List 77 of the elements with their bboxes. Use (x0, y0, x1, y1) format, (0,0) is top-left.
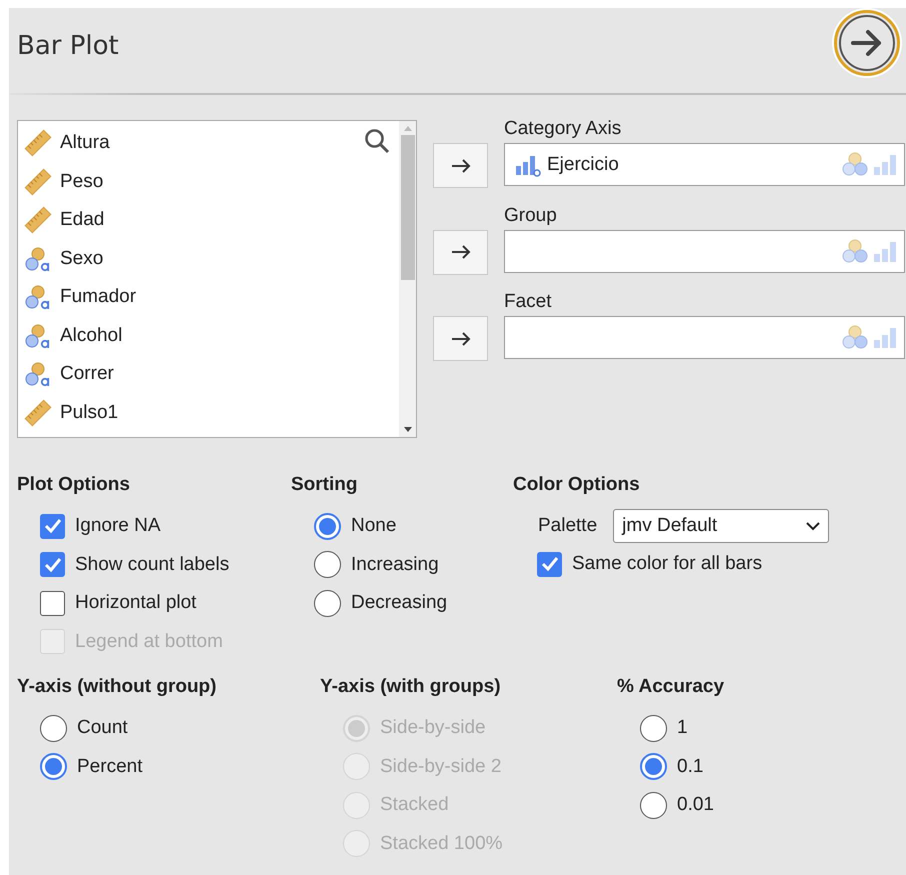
variable-item[interactable]: Peso (18, 162, 399, 201)
variable-drop-field[interactable]: Ejercicio (504, 143, 905, 186)
arrow-right-icon (850, 28, 884, 58)
variable-drop-field[interactable] (504, 230, 905, 272)
section-heading: Y-axis (with groups) (320, 675, 502, 699)
radio-label: 0.1 (677, 756, 704, 778)
radio-button[interactable] (640, 792, 667, 819)
variable-name: Ejercicio (547, 154, 619, 176)
variable-name: Pulso1 (60, 402, 118, 424)
variable-name: Alcohol (60, 324, 122, 347)
arrow-circle-button[interactable] (834, 10, 900, 76)
section-heading: Color Options (513, 473, 641, 497)
target-label: Group (504, 204, 558, 228)
move-arrow-button[interactable] (433, 143, 488, 188)
variable-name: Altura (60, 132, 110, 154)
radio-label: Side-by-side (380, 717, 486, 740)
radio-label: 0.01 (677, 794, 714, 816)
checkbox[interactable] (40, 514, 65, 539)
arrow-right-icon (450, 245, 470, 259)
radio-button[interactable] (314, 551, 341, 578)
variable-name: Edad (60, 209, 104, 232)
nominal-variable-icon (24, 283, 52, 312)
radio-button[interactable] (40, 753, 67, 780)
radio-label: Percent (77, 756, 142, 778)
radio-button[interactable] (314, 590, 341, 617)
checkbox-label: Horizontal plot (75, 592, 196, 614)
radio-label: Count (77, 717, 128, 740)
radio-label: 1 (677, 717, 688, 740)
variable-drop-field[interactable] (504, 316, 905, 359)
variable-item[interactable]: Edad (18, 201, 399, 240)
section-heading: Sorting (291, 473, 358, 497)
checkbox-label: Show count labels (75, 554, 230, 576)
radio-label: Stacked (380, 794, 449, 816)
variable-item[interactable]: Correr (18, 355, 399, 394)
checkbox-label: Legend at bottom (75, 630, 223, 653)
chevron-down-icon (806, 522, 820, 530)
section-heading: Plot Options (17, 473, 131, 497)
variable-item[interactable]: Fumador (18, 278, 399, 316)
radio-button[interactable] (40, 714, 67, 742)
palette-label: Palette (538, 515, 598, 537)
radio-label: Increasing (351, 554, 439, 576)
search-icon[interactable] (364, 128, 390, 154)
checkbox-label: Same color for all bars (572, 553, 762, 576)
variable-item[interactable]: Alcohol (18, 316, 399, 355)
variable-name: Sexo (60, 248, 104, 270)
nominal-variable-icon (24, 322, 52, 350)
radio-label: Side-by-side 2 (380, 756, 502, 778)
variable-item[interactable]: Pulso1 (18, 394, 399, 432)
radio-button[interactable] (640, 714, 667, 742)
arrow-right-icon (450, 332, 470, 346)
panel-title: Bar Plot (17, 30, 119, 60)
scrollbar[interactable] (399, 121, 416, 437)
radio-label: Decreasing (351, 592, 448, 614)
radio-label: None (351, 515, 396, 538)
section-heading: % Accuracy (617, 675, 726, 699)
nominal-variable-icon (24, 244, 52, 273)
checkbox[interactable] (40, 590, 65, 616)
palette-dropdown[interactable]: jmv Default (613, 509, 830, 543)
variable-name: Peso (60, 170, 104, 193)
radio-button[interactable] (314, 512, 341, 540)
checkbox[interactable] (537, 552, 562, 577)
scroll-down-icon[interactable] (402, 427, 412, 433)
variable-item[interactable]: Altura (18, 124, 399, 162)
variable-item[interactable]: Sexo (18, 240, 399, 278)
section-heading: Y-axis (without group) (17, 675, 218, 699)
checkbox-label: Ignore NA (75, 515, 161, 538)
move-arrow-button[interactable] (433, 316, 488, 361)
move-arrow-button[interactable] (433, 230, 488, 274)
nominal-variable-icon (24, 360, 52, 388)
radio-label: Stacked 100% (380, 832, 503, 855)
target-label: Category Axis (504, 117, 622, 141)
variable-name: Fumador (60, 286, 136, 308)
arrow-right-icon (450, 158, 470, 172)
radio-button[interactable] (640, 753, 667, 780)
variable-name: Correr (60, 363, 114, 386)
checkbox[interactable] (40, 552, 65, 578)
target-label: Facet (504, 290, 553, 314)
